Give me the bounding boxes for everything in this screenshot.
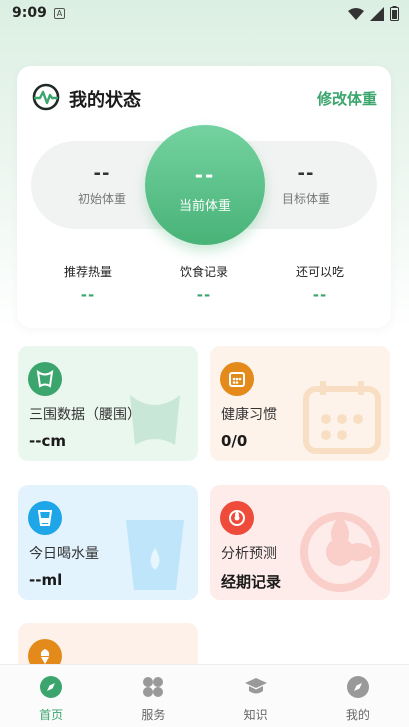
waist-icon [28,362,62,396]
feature-title: 分析预测 [221,546,277,562]
system-icons [348,6,399,21]
signal-icon [370,6,384,21]
target-weight-value: -- [297,163,315,184]
feature-card-water[interactable]: 今日喝水量 --ml [18,485,198,600]
current-weight-button[interactable]: -- 当前体重 [145,125,265,245]
status-bar: 9:09 A [0,0,409,28]
notification-icon: A [54,8,65,19]
current-weight-value: -- [194,163,216,187]
nav-label: 首页 [39,708,64,722]
nav-label: 知识 [243,708,268,722]
feature-title: 今日喝水量 [29,546,99,562]
compass-icon [346,676,369,698]
nav-label: 我的 [345,708,370,722]
feature-value: --ml [29,571,63,589]
nav-knowledge[interactable]: 知识 [205,665,307,727]
status-time: 9:09 [12,5,47,21]
metric-value: -- [312,286,328,304]
metric-label: 还可以吃 [295,265,344,279]
edit-weight-button[interactable]: 修改体重 [317,88,377,109]
feature-card-period[interactable]: 分析预测 经期记录 [210,485,390,600]
status-title: 我的状态 [69,90,141,111]
water-cup-icon [28,501,62,535]
nav-services[interactable]: 服务 [102,665,204,727]
feature-value: --cm [29,432,66,450]
metric-label: 推荐热量 [63,265,112,279]
grid-icon [143,677,164,697]
feature-value: 0/0 [221,432,248,450]
initial-weight-label: 初始体重 [77,192,126,206]
flower-bg-icon [300,512,380,592]
nav-profile[interactable]: 我的 [307,665,409,727]
initial-weight-value: -- [93,163,111,184]
feature-card-measurements[interactable]: 三围数据（腰围） --cm [18,346,198,461]
graduation-cap-icon [244,678,267,694]
feature-value: 经期记录 [221,573,282,591]
calendar-bg-icon [303,381,381,454]
bottom-nav: 首页 服务 知识 我的 [0,664,409,727]
status-card: 我的状态 修改体重 -- 初始体重 -- 目标体重 -- 当前体重 推荐热量 -… [17,66,391,328]
feature-title: 三围数据（腰围） [29,407,141,423]
wifi-icon [348,7,364,20]
metric-diet-record[interactable]: 饮食记录 -- [149,263,259,304]
metric-label: 饮食记录 [179,265,228,279]
target-weight-label: 目标体重 [281,192,330,206]
current-weight-label: 当前体重 [178,199,231,214]
water-cup-bg-icon [126,520,184,590]
target-weight: -- 目标体重 [251,163,361,207]
compass-icon [40,676,63,698]
metric-remaining[interactable]: 还可以吃 -- [265,263,375,304]
battery-icon [390,6,399,21]
flower-icon [220,501,254,535]
feature-title: 健康习惯 [221,407,277,423]
heart-pulse-icon [32,83,60,111]
initial-weight: -- 初始体重 [47,163,157,207]
nav-label: 服务 [141,708,166,722]
metric-recommended-calories[interactable]: 推荐热量 -- [33,263,143,304]
calendar-icon [220,362,254,396]
metric-value: -- [80,286,96,304]
nav-home[interactable]: 首页 [0,665,102,727]
feature-card-habits[interactable]: 健康习惯 0/0 [210,346,390,461]
metric-value: -- [196,286,212,304]
